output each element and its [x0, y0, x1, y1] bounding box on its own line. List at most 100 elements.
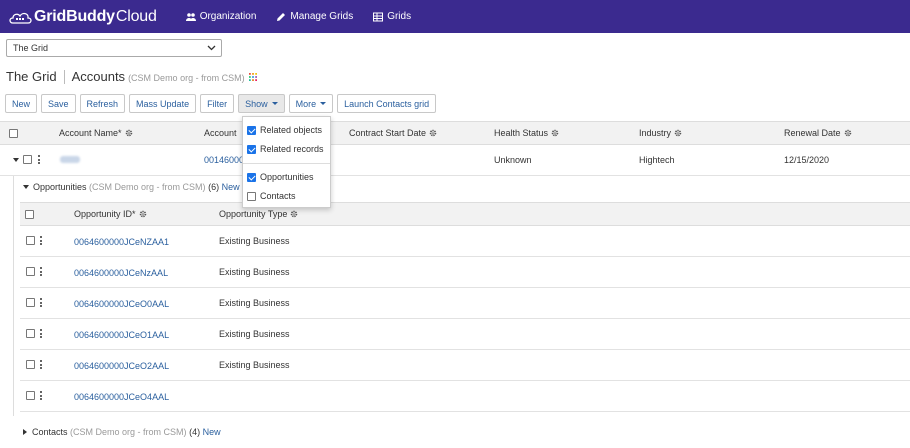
show-button[interactable]: Show [238, 94, 285, 113]
column-header-health-status[interactable]: Health Status [494, 128, 559, 138]
column-header-account-name[interactable]: Account Name * [59, 128, 133, 138]
row-actions-icon[interactable] [40, 360, 42, 369]
contacts-label[interactable]: Contacts [32, 427, 68, 437]
collapse-icon[interactable] [13, 158, 19, 162]
gear-icon[interactable] [125, 129, 133, 137]
gear-icon[interactable] [429, 129, 437, 137]
collapse-icon[interactable] [23, 185, 29, 189]
opportunity-id-link[interactable]: 0064600000JCeNZAA1 [74, 237, 169, 247]
opportunity-id-link[interactable]: 0064600000JCeO4AAL [74, 392, 169, 402]
nav-label: Manage Grids [290, 11, 354, 22]
opportunity-id-link[interactable]: 0064600000JCeO0AAL [74, 299, 169, 309]
contacts-section-title: Contacts (CSM Demo org - from CSM) (4) N… [23, 427, 221, 437]
caret-down-icon [320, 102, 327, 105]
launch-contacts-grid-button[interactable]: Launch Contacts grid [337, 94, 437, 113]
menu-divider [243, 163, 330, 164]
show-dropdown-menu: Related objects Related records Opportun… [242, 116, 331, 208]
row-actions-icon[interactable] [38, 155, 40, 164]
top-nav-bar: GridBuddy Cloud Organization Manage Grids… [0, 0, 910, 33]
gear-icon[interactable] [551, 129, 559, 137]
row-checkbox[interactable] [26, 360, 35, 369]
row-actions-icon[interactable] [40, 329, 42, 338]
colorful-grid-icon[interactable] [248, 72, 257, 81]
checkbox[interactable] [247, 144, 256, 154]
mass-update-button[interactable]: Mass Update [129, 94, 197, 113]
column-label: Industry [639, 128, 672, 138]
menu-item-opportunities[interactable]: Opportunities [247, 172, 314, 182]
table-icon [373, 12, 384, 21]
checkbox[interactable] [247, 191, 256, 201]
checkbox[interactable] [25, 210, 34, 219]
row-checkbox[interactable] [26, 391, 35, 400]
gear-icon[interactable] [674, 129, 682, 137]
grid-select[interactable]: The Grid [6, 39, 222, 57]
checkbox[interactable] [247, 172, 256, 182]
checkbox[interactable] [247, 125, 256, 135]
grid-title: The Grid [6, 69, 57, 84]
gear-icon[interactable] [844, 129, 852, 137]
row-checkbox[interactable] [23, 155, 32, 164]
row-actions-icon[interactable] [40, 267, 42, 276]
opportunity-id-link[interactable]: 0064600000JCeO2AAL [74, 361, 169, 371]
table-row: 0064600000JCeNZAA1 Existing Business [20, 226, 910, 257]
row-actions-icon[interactable] [40, 298, 42, 307]
menu-item-label: Related objects [260, 125, 323, 135]
opportunity-id-link[interactable]: 0064600000JCeNzAAL [74, 268, 168, 278]
column-header-contract-start-date[interactable]: Contract Start Date [349, 128, 437, 138]
column-header-opportunity-type[interactable]: Opportunity Type [219, 209, 298, 219]
filter-button[interactable]: Filter [200, 94, 235, 113]
row-checkbox[interactable] [26, 298, 35, 307]
select-all-checkbox[interactable] [25, 210, 34, 219]
new-button[interactable]: New [5, 94, 38, 113]
checkbox[interactable] [9, 129, 18, 138]
row-checkbox[interactable] [26, 329, 35, 338]
pencil-icon [277, 12, 286, 21]
account-id-link[interactable]: 00146000 [204, 155, 244, 165]
gear-icon[interactable] [139, 210, 147, 218]
refresh-button[interactable]: Refresh [79, 94, 126, 113]
show-label: Show [245, 98, 268, 109]
opportunity-id-link[interactable]: 0064600000JCeO1AAL [74, 330, 169, 340]
opportunity-type-value: Existing Business [219, 298, 290, 308]
row-checkbox[interactable] [26, 236, 35, 245]
nav-manage-grids[interactable]: Manage Grids [276, 11, 353, 22]
nav-organization[interactable]: Organization [185, 11, 256, 22]
more-label: More [295, 98, 317, 109]
opportunity-type-value: Existing Business [219, 236, 290, 246]
record-count: (4) [189, 427, 201, 437]
health-status-value: Unknown [494, 155, 532, 165]
row-checkbox[interactable] [26, 267, 35, 276]
expand-icon[interactable] [23, 429, 27, 435]
menu-item-related-objects[interactable]: Related objects [247, 125, 322, 135]
column-label: Opportunity ID [74, 209, 133, 219]
industry-value: Hightech [639, 155, 675, 165]
title-divider [63, 69, 65, 84]
object-title: Accounts [71, 69, 126, 84]
select-all-checkbox[interactable] [9, 129, 18, 138]
gridbuddy-logo[interactable]: GridBuddy Cloud [8, 8, 157, 26]
table-row: 00146000 Unknown Hightech 12/15/2020 [0, 145, 910, 176]
row-actions-icon[interactable] [40, 391, 42, 400]
row-actions-icon[interactable] [40, 236, 42, 245]
gear-icon[interactable] [290, 210, 298, 218]
column-header-opportunity-id[interactable]: Opportunity ID * [74, 209, 147, 219]
new-opportunity-link[interactable]: New [222, 182, 240, 192]
save-button[interactable]: Save [41, 94, 76, 113]
account-name-redacted[interactable] [60, 156, 80, 163]
opportunities-section-title: Opportunities (CSM Demo org - from CSM) … [23, 182, 240, 192]
page-title: The Grid Accounts (CSM Demo org - from C… [6, 69, 257, 84]
nav-grids[interactable]: Grids [373, 11, 411, 22]
menu-item-related-records[interactable]: Related records [247, 144, 324, 154]
column-header-account[interactable]: Account [204, 128, 237, 138]
column-header-renewal-date[interactable]: Renewal Date [784, 128, 852, 138]
column-label: Opportunity Type [219, 209, 288, 219]
column-header-industry[interactable]: Industry [639, 128, 682, 138]
opportunities-label[interactable]: Opportunities [33, 182, 87, 192]
related-indent-line [13, 176, 14, 416]
column-label: Account [204, 128, 237, 138]
new-contact-link[interactable]: New [203, 427, 221, 437]
grid-select-value: The Grid [13, 43, 49, 53]
more-button[interactable]: More [288, 94, 334, 113]
opportunities-table-header: Opportunity ID * Opportunity Type [20, 202, 910, 226]
menu-item-contacts[interactable]: Contacts [247, 191, 296, 201]
